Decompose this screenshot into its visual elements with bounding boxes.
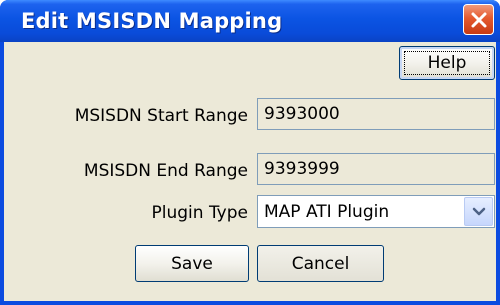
title-bar[interactable]: Edit MSISDN Mapping: [0, 0, 500, 42]
cancel-button-label: Cancel: [291, 253, 350, 274]
focus-ring: [404, 51, 490, 75]
start-range-label: MSISDN Start Range: [74, 106, 248, 126]
close-button[interactable]: [463, 4, 494, 35]
plugin-type-value: MAP ATI Plugin: [264, 202, 390, 222]
plugin-type-label: Plugin Type: [151, 203, 249, 223]
help-button[interactable]: Help: [399, 46, 495, 80]
dialog-title: Edit MSISDN Mapping: [21, 9, 283, 33]
dialog-window: Edit MSISDN Mapping Help MSISDN Start Ra…: [0, 0, 500, 305]
chevron-down-icon: [472, 207, 485, 215]
save-button[interactable]: Save: [135, 245, 249, 282]
close-icon: [471, 12, 486, 27]
cancel-button[interactable]: Cancel: [257, 245, 384, 282]
end-range-field[interactable]: 9393999: [257, 153, 495, 185]
dialog-body: Help MSISDN Start Range 9393000 MSISDN E…: [4, 42, 496, 301]
end-range-label: MSISDN End Range: [83, 161, 248, 181]
dropdown-button[interactable]: [464, 197, 493, 226]
plugin-type-select[interactable]: MAP ATI Plugin: [257, 195, 495, 228]
save-button-label: Save: [171, 253, 213, 274]
start-range-field[interactable]: 9393000: [257, 98, 495, 130]
